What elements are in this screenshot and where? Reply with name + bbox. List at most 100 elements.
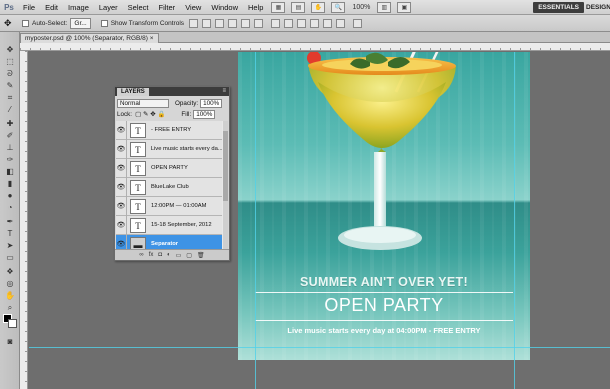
layers-panel-header[interactable]: LAYERS ≡ — [115, 87, 229, 96]
layers-scrollbar[interactable] — [223, 121, 228, 250]
zoom-tool-icon[interactable]: ⌕ — [4, 302, 16, 313]
layer-row[interactable]: 👁 T 15-18 September, 2012 — [116, 215, 222, 235]
layer-style-icon[interactable]: fx — [149, 252, 154, 258]
workspace-design[interactable]: DESIGN — [586, 2, 610, 13]
layer-row[interactable]: 👁 T Live music starts every da... — [116, 139, 222, 159]
new-layer-icon[interactable]: ▢ — [186, 252, 192, 259]
distribute-vcenter-icon[interactable] — [284, 18, 294, 28]
healing-brush-tool-icon[interactable]: ✚ — [4, 118, 16, 129]
clone-stamp-tool-icon[interactable]: ⊥ — [4, 142, 16, 153]
menu-file[interactable]: File — [18, 0, 40, 15]
blur-tool-icon[interactable]: ● — [4, 190, 16, 201]
move-tool-icon[interactable]: ✥ — [4, 44, 16, 55]
quick-mask-icon[interactable]: ◙ — [4, 336, 16, 347]
background-color-swatch[interactable] — [8, 319, 17, 328]
visibility-eye-icon[interactable]: 👁 — [116, 177, 127, 197]
link-layers-icon[interactable]: ∞ — [139, 252, 143, 258]
distribute-top-icon[interactable] — [271, 18, 281, 28]
layer-row-selected[interactable]: 👁 ▬ Separator — [116, 234, 222, 250]
lasso-tool-icon[interactable]: ᘐ — [4, 68, 16, 79]
layers-footer: ∞ fx ◘ ◐ ▭ ▢ 🗑 — [115, 249, 229, 260]
menu-layer[interactable]: Layer — [94, 0, 123, 15]
add-mask-icon[interactable]: ◘ — [158, 252, 162, 258]
opacity-field[interactable]: 100% — [200, 99, 223, 108]
hand-tool-icon[interactable]: ✋ — [311, 1, 326, 13]
auto-align-icon[interactable] — [353, 18, 363, 28]
history-brush-tool-icon[interactable]: ✑ — [4, 154, 16, 165]
new-group-icon[interactable]: ▭ — [176, 252, 182, 259]
panel-menu-icon[interactable]: ≡ — [222, 87, 226, 96]
bridge-icon[interactable]: ▦ — [271, 1, 286, 13]
shape-tool-icon[interactable]: ▭ — [4, 252, 16, 263]
zoom-level[interactable]: 100% — [352, 4, 370, 11]
align-left-icon[interactable] — [228, 18, 238, 28]
gradient-tool-icon[interactable]: ▮ — [4, 178, 16, 189]
layer-row[interactable]: 👁 T 12:00PM — 01:00AM — [116, 196, 222, 216]
menu-window[interactable]: Window — [206, 0, 243, 15]
hand-tool-icon[interactable]: ✋ — [4, 290, 16, 301]
distribute-hcenter-icon[interactable] — [323, 18, 333, 28]
layer-row[interactable]: 👁 T - FREE ENTRY — [116, 121, 222, 140]
document-tab[interactable]: myposter.psd @ 100% (Separator, RGB/8) × — [20, 33, 159, 43]
show-transform-checkbox[interactable] — [100, 19, 108, 27]
crop-tool-icon[interactable]: ⌗ — [4, 92, 16, 103]
adjustment-layer-icon[interactable]: ◐ — [167, 252, 171, 258]
eraser-tool-icon[interactable]: ◧ — [4, 166, 16, 177]
menu-filter[interactable]: Filter — [154, 0, 181, 15]
poster-separator-bottom — [255, 320, 513, 321]
horizontal-ruler[interactable] — [20, 43, 610, 51]
visibility-eye-icon[interactable]: 👁 — [116, 158, 127, 178]
layer-row[interactable]: 👁 T OPEN PARTY — [116, 158, 222, 178]
distribute-bottom-icon[interactable] — [297, 18, 307, 28]
marquee-tool-icon[interactable]: ⬚ — [4, 56, 16, 67]
minibridge-icon[interactable]: ▤ — [291, 1, 306, 13]
menu-edit[interactable]: Edit — [40, 0, 63, 15]
auto-select-checkbox[interactable] — [22, 19, 29, 27]
text-layer-thumbnail-icon: T — [129, 141, 146, 157]
dodge-tool-icon[interactable]: ◔ — [4, 202, 16, 213]
align-hcenter-icon[interactable] — [241, 18, 251, 28]
move-tool-icon[interactable]: ✥ — [4, 18, 16, 29]
visibility-eye-icon[interactable]: 👁 — [116, 121, 127, 140]
distribute-right-icon[interactable] — [336, 18, 346, 28]
layers-scrollbar-thumb[interactable] — [223, 131, 228, 201]
fill-field[interactable]: 100% — [193, 110, 216, 119]
3d-orbit-tool-icon[interactable]: ◎ — [4, 278, 16, 289]
visibility-eye-icon[interactable]: 👁 — [116, 234, 127, 250]
visibility-eye-icon[interactable]: 👁 — [116, 196, 127, 216]
align-bottom-icon[interactable] — [215, 18, 225, 28]
guide-vertical[interactable] — [514, 52, 515, 389]
3d-rotate-tool-icon[interactable]: ❖ — [4, 266, 16, 277]
delete-layer-icon[interactable]: 🗑 — [197, 252, 205, 259]
type-tool-icon[interactable]: T — [4, 228, 16, 239]
eyedropper-tool-icon[interactable]: ⁄ — [4, 104, 16, 115]
layer-row[interactable]: 👁 T BlueLake Club — [116, 177, 222, 197]
menu-image[interactable]: Image — [63, 0, 94, 15]
visibility-eye-icon[interactable]: 👁 — [116, 215, 127, 235]
align-vcenter-icon[interactable] — [202, 18, 212, 28]
brush-tool-icon[interactable]: ✐ — [4, 130, 16, 141]
blend-mode-dropdown[interactable]: Normal — [117, 99, 169, 108]
arrange-documents-icon[interactable]: ▥ — [377, 1, 392, 13]
guide-horizontal[interactable] — [29, 347, 610, 348]
screen-mode-icon[interactable]: ▣ — [397, 1, 412, 13]
vertical-ruler[interactable] — [20, 51, 28, 389]
blend-row: Normal Opacity: 100% — [117, 98, 227, 109]
tab-layers[interactable]: LAYERS — [117, 88, 149, 96]
guide-vertical[interactable] — [255, 52, 256, 389]
pen-tool-icon[interactable]: ✒ — [4, 216, 16, 227]
menu-view[interactable]: View — [180, 0, 206, 15]
poster-canvas[interactable]: SUMMER AIN'T OVER YET! OPEN PARTY Live m… — [238, 52, 530, 360]
menu-select[interactable]: Select — [123, 0, 154, 15]
visibility-eye-icon[interactable]: 👁 — [116, 139, 127, 159]
workspace-essentials[interactable]: ESSENTIALS — [533, 2, 584, 13]
menu-help[interactable]: Help — [243, 0, 268, 15]
zoom-tool-icon[interactable]: 🔍 — [331, 1, 346, 13]
auto-select-dropdown[interactable]: Gr... — [70, 17, 91, 29]
align-top-icon[interactable] — [189, 18, 199, 28]
quick-select-tool-icon[interactable]: ✎ — [4, 80, 16, 91]
distribute-left-icon[interactable] — [310, 18, 320, 28]
lock-icons[interactable]: ▢✎✥🔒 — [135, 109, 167, 120]
align-right-icon[interactable] — [254, 18, 264, 28]
path-select-tool-icon[interactable]: ➤ — [4, 240, 16, 251]
